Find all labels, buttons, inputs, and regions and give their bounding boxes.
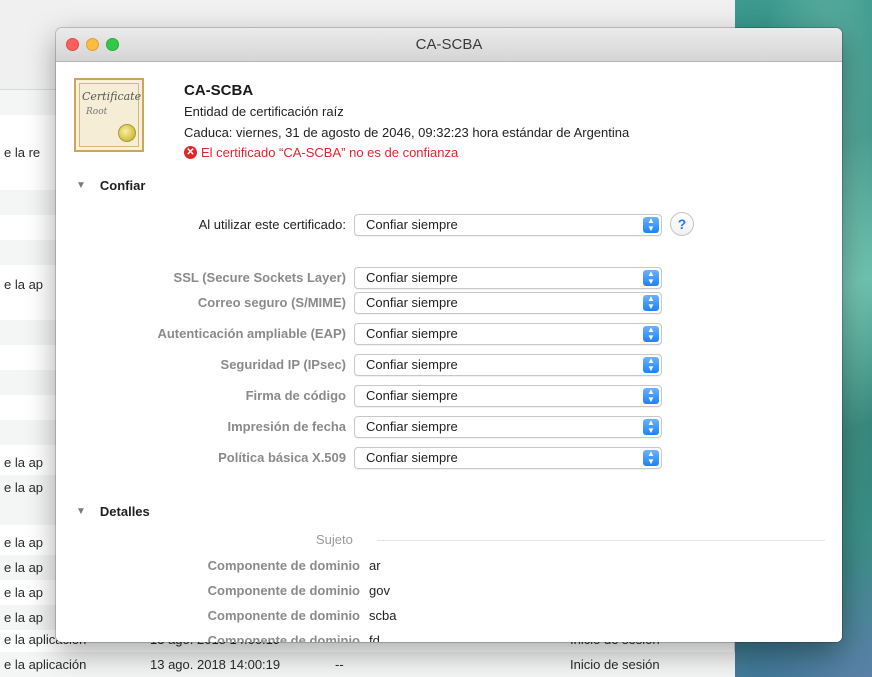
list-item-size: --: [335, 657, 344, 672]
trust-label-eap: Autenticación ampliable (EAP): [157, 326, 346, 341]
updown-arrows-icon: ▲ ▼: [643, 270, 659, 286]
disclosure-triangle-icon[interactable]: ▼: [76, 506, 86, 517]
certificate-icon: Certificate Root: [74, 78, 144, 152]
updown-arrows-icon: ▲ ▼: [643, 450, 659, 466]
trust-label-codesign: Firma de código: [245, 388, 346, 403]
disclosure-triangle-icon[interactable]: ▼: [76, 180, 86, 191]
trust-main-value: Confiar siempre: [366, 217, 458, 232]
detail-value: scba: [369, 608, 397, 623]
list-item-kind: e la ap: [4, 535, 44, 550]
detail-key: Componente de dominio: [207, 633, 360, 642]
trust-popup-timestamp[interactable]: Confiar siempre ▲ ▼: [354, 416, 662, 438]
list-item-kind: e la ap: [4, 277, 44, 292]
detail-value: gov: [369, 583, 390, 598]
trust-main-label: Al utilizar este certificado:: [198, 217, 346, 232]
seal-icon: [118, 124, 136, 142]
updown-arrows-icon: ▲ ▼: [643, 217, 659, 233]
trust-main-popup[interactable]: Confiar siempre ▲ ▼: [354, 214, 662, 236]
list-item[interactable]: e la aplicación 13 ago. 2018 14:00:19 --…: [0, 652, 735, 677]
detail-value: ar: [369, 558, 381, 573]
trust-popup-codesign[interactable]: Confiar siempre ▲ ▼: [354, 385, 662, 407]
trust-popup-eap[interactable]: Confiar siempre ▲ ▼: [354, 323, 662, 345]
certificate-icon-root: Root: [86, 107, 108, 117]
detail-key: Componente de dominio: [207, 558, 360, 573]
trust-warning: ✕ El certificado “CA-SCBA” no es de conf…: [184, 145, 458, 160]
trust-label-timestamp: Impresión de fecha: [227, 419, 346, 434]
error-icon: ✕: [184, 146, 197, 159]
detail-key: Componente de dominio: [207, 608, 360, 623]
trust-section-title: Confiar: [99, 178, 146, 193]
title-bar[interactable]: CA-SCBA: [56, 28, 842, 62]
trust-warning-text: El certificado “CA-SCBA” no es de confia…: [201, 145, 459, 160]
trust-section-header[interactable]: ▼ Confiar: [76, 178, 145, 193]
certificate-expiration: Caduca: viernes, 31 de agosto de 2046, 0…: [184, 125, 630, 140]
updown-arrows-icon: ▲ ▼: [643, 419, 659, 435]
certificate-content: Certificate Root CA-SCBA Entidad de cert…: [56, 62, 842, 642]
certificate-name: CA-SCBA: [184, 82, 254, 99]
updown-arrows-icon: ▲ ▼: [643, 357, 659, 373]
trust-label-smime: Correo seguro (S/MIME): [197, 295, 346, 310]
updown-arrows-icon: ▲ ▼: [643, 388, 659, 404]
trust-value: Confiar siempre: [366, 326, 458, 341]
trust-value: Confiar siempre: [366, 357, 458, 372]
trust-value: Confiar siempre: [366, 388, 458, 403]
trust-label-x509: Política básica X.509: [218, 450, 346, 465]
trust-label-ssl: SSL (Secure Sockets Layer): [173, 270, 346, 285]
trust-popup-ssl[interactable]: Confiar siempre ▲ ▼: [354, 267, 662, 289]
certificate-type: Entidad de certificación raíz: [184, 104, 344, 119]
help-button[interactable]: ?: [670, 212, 694, 236]
subject-divider: [377, 540, 825, 541]
list-item-date: 13 ago. 2018 14:00:19: [150, 657, 281, 672]
updown-arrows-icon: ▲ ▼: [643, 326, 659, 342]
trust-value: Confiar siempre: [366, 450, 458, 465]
certificate-icon-script: Certificate: [82, 90, 142, 103]
list-item-kind: e la ap: [4, 480, 44, 495]
trust-value: Confiar siempre: [366, 295, 458, 310]
list-item-kind: e la ap: [4, 455, 44, 470]
list-item-kind: e la ap: [4, 560, 44, 575]
certificate-window: CA-SCBA Certificate Root CA-SCBA Entidad…: [56, 28, 842, 642]
detail-value: fd: [369, 633, 380, 642]
window-title: CA-SCBA: [415, 36, 483, 53]
trust-popup-smime[interactable]: Confiar siempre ▲ ▼: [354, 292, 662, 314]
list-item-kind: e la ap: [4, 585, 44, 600]
list-item-kind: e la aplicación: [4, 657, 87, 672]
trust-value: Confiar siempre: [366, 419, 458, 434]
trust-label-ipsec: Seguridad IP (IPsec): [220, 357, 346, 372]
details-section-header[interactable]: ▼ Detalles: [76, 504, 150, 519]
trust-popup-x509[interactable]: Confiar siempre ▲ ▼: [354, 447, 662, 469]
details-section-title: Detalles: [99, 504, 150, 519]
subject-label: Sujeto: [316, 532, 353, 547]
list-item-kind: e la re: [4, 145, 41, 160]
detail-key: Componente de dominio: [207, 583, 360, 598]
trust-popup-ipsec[interactable]: Confiar siempre ▲ ▼: [354, 354, 662, 376]
list-item-type: Inicio de sesión: [570, 657, 660, 672]
trust-value: Confiar siempre: [366, 270, 458, 285]
updown-arrows-icon: ▲ ▼: [643, 295, 659, 311]
